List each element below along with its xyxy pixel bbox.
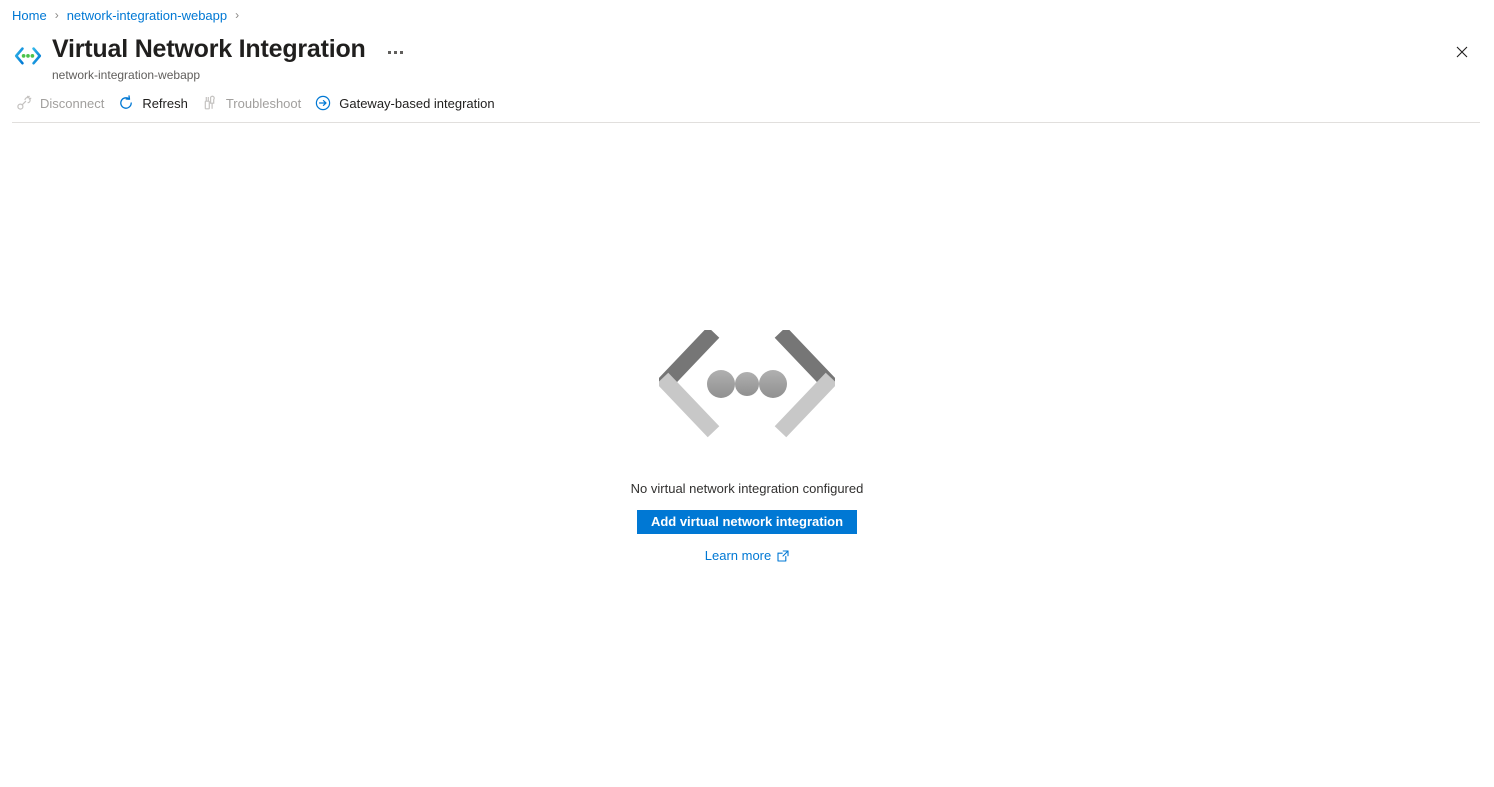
toolbar-label-disconnect: Disconnect [40,95,105,111]
close-button[interactable] [1448,38,1476,66]
toolbar-button-gateway-based-integration[interactable]: Gateway-based integration [311,88,504,118]
empty-state-message: No virtual network integration configure… [630,481,864,496]
command-bar: Disconnect Refresh Troubleshoot Gateway-… [0,86,1494,120]
external-link-icon [777,549,789,562]
page-header: Virtual Network Integration network-inte… [0,30,1494,86]
close-icon [1456,46,1468,58]
toolbar-label-troubleshoot: Troubleshoot [225,95,302,111]
learn-more-label: Learn more [704,548,772,563]
more-options-button[interactable] [384,47,407,58]
arrow-circle-right-icon [315,95,331,111]
ellipsis-dot-icon [393,50,397,54]
content-area: No virtual network integration configure… [0,123,1494,779]
breadcrumb-separator-icon: › [54,8,59,22]
virtual-network-integration-icon [12,40,44,72]
ellipsis-dot-icon [399,50,403,54]
angle-brackets-dots-illustration [656,326,838,442]
disconnect-icon [16,95,32,111]
breadcrumb: Home › network-integration-webapp › [0,0,1494,30]
empty-state: No virtual network integration configure… [0,326,1494,563]
breadcrumb-separator-icon: › [235,8,240,22]
toolbar-label-gateway-based-integration: Gateway-based integration [339,95,495,111]
page-title: Virtual Network Integration [52,35,366,63]
toolbar-button-refresh[interactable]: Refresh [114,88,198,118]
breadcrumb-item-webapp[interactable]: network-integration-webapp [67,8,227,23]
toolbar-button-troubleshoot[interactable]: Troubleshoot [198,88,311,118]
toolbar-button-disconnect[interactable]: Disconnect [12,88,114,118]
learn-more-link[interactable]: Learn more [705,548,789,563]
ellipsis-dot-icon [387,50,391,54]
title-block: Virtual Network Integration network-inte… [52,34,407,83]
breadcrumb-item-home[interactable]: Home [12,8,47,23]
refresh-icon [118,95,134,111]
troubleshoot-icon [202,95,218,111]
toolbar-label-refresh: Refresh [142,95,188,111]
page-subtitle: network-integration-webapp [52,68,201,82]
add-virtual-network-integration-button[interactable]: Add virtual network integration [636,510,858,534]
title-line: Virtual Network Integration [52,34,407,64]
